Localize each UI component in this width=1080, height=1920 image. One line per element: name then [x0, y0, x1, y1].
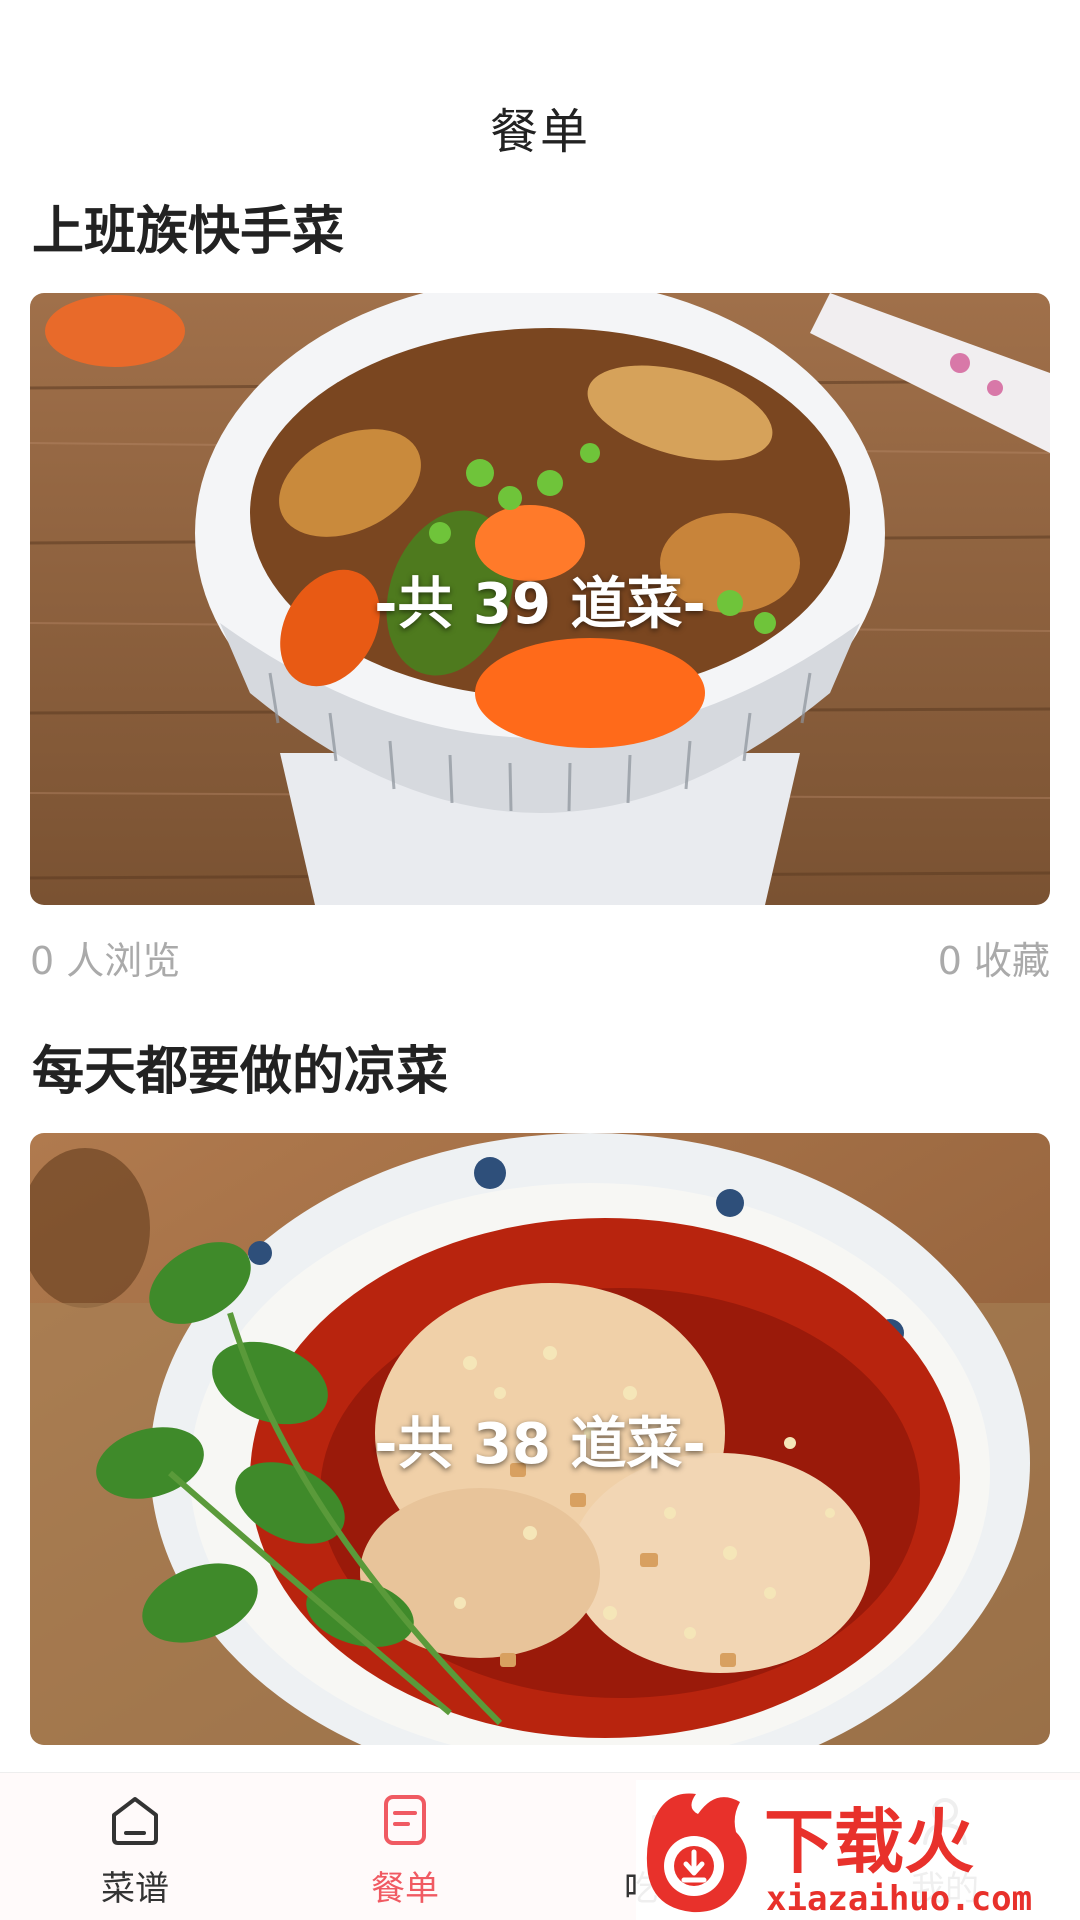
dish-count-label: -共 38 道菜-	[374, 1411, 706, 1477]
menu-card[interactable]: 上班族快手菜 -共 39 道菜- 0 人浏览 0 收藏	[30, 195, 1050, 991]
flame-logo-icon: 下载火 xiazaihuo.com	[636, 1780, 1080, 1920]
favorite-count: 0 收藏	[937, 939, 1050, 983]
menu-list-icon	[384, 1795, 426, 1845]
tab-label: 餐单	[371, 1869, 439, 1909]
menu-card-title[interactable]: 每天都要做的凉菜	[32, 1035, 1050, 1109]
menu-card[interactable]: 每天都要做的凉菜 -共 38 道菜-	[30, 1035, 1050, 1745]
tab-label: 菜谱	[101, 1869, 169, 1909]
app-screen: 餐单 上班族快手菜 -共 39 道菜- 0 人浏览 0 收藏 每天都要做的凉菜 …	[0, 0, 1080, 1920]
watermark-brand: 下载火	[764, 1801, 974, 1883]
menu-card-title[interactable]: 上班族快手菜	[32, 195, 1050, 269]
xiazaihuo-watermark: 下载火 xiazaihuo.com	[636, 1780, 1080, 1920]
watermark-url: xiazaihuo.com	[766, 1879, 1032, 1919]
menu-feed[interactable]: 上班族快手菜 -共 39 道菜- 0 人浏览 0 收藏 每天都要做的凉菜 -共 …	[30, 195, 1050, 1745]
card-stats: 0 人浏览 0 收藏	[30, 931, 1050, 991]
menu-cover-image[interactable]: -共 38 道菜-	[30, 1133, 1050, 1745]
tab-recipes[interactable]: 菜谱	[0, 1773, 270, 1920]
view-count: 0 人浏览	[30, 939, 181, 983]
dish-count-label: -共 39 道菜-	[374, 571, 706, 637]
tab-menu[interactable]: 餐单	[270, 1773, 540, 1920]
home-icon	[112, 1797, 158, 1845]
menu-cover-image[interactable]: -共 39 道菜-	[30, 293, 1050, 905]
page-title: 餐单	[489, 104, 590, 160]
